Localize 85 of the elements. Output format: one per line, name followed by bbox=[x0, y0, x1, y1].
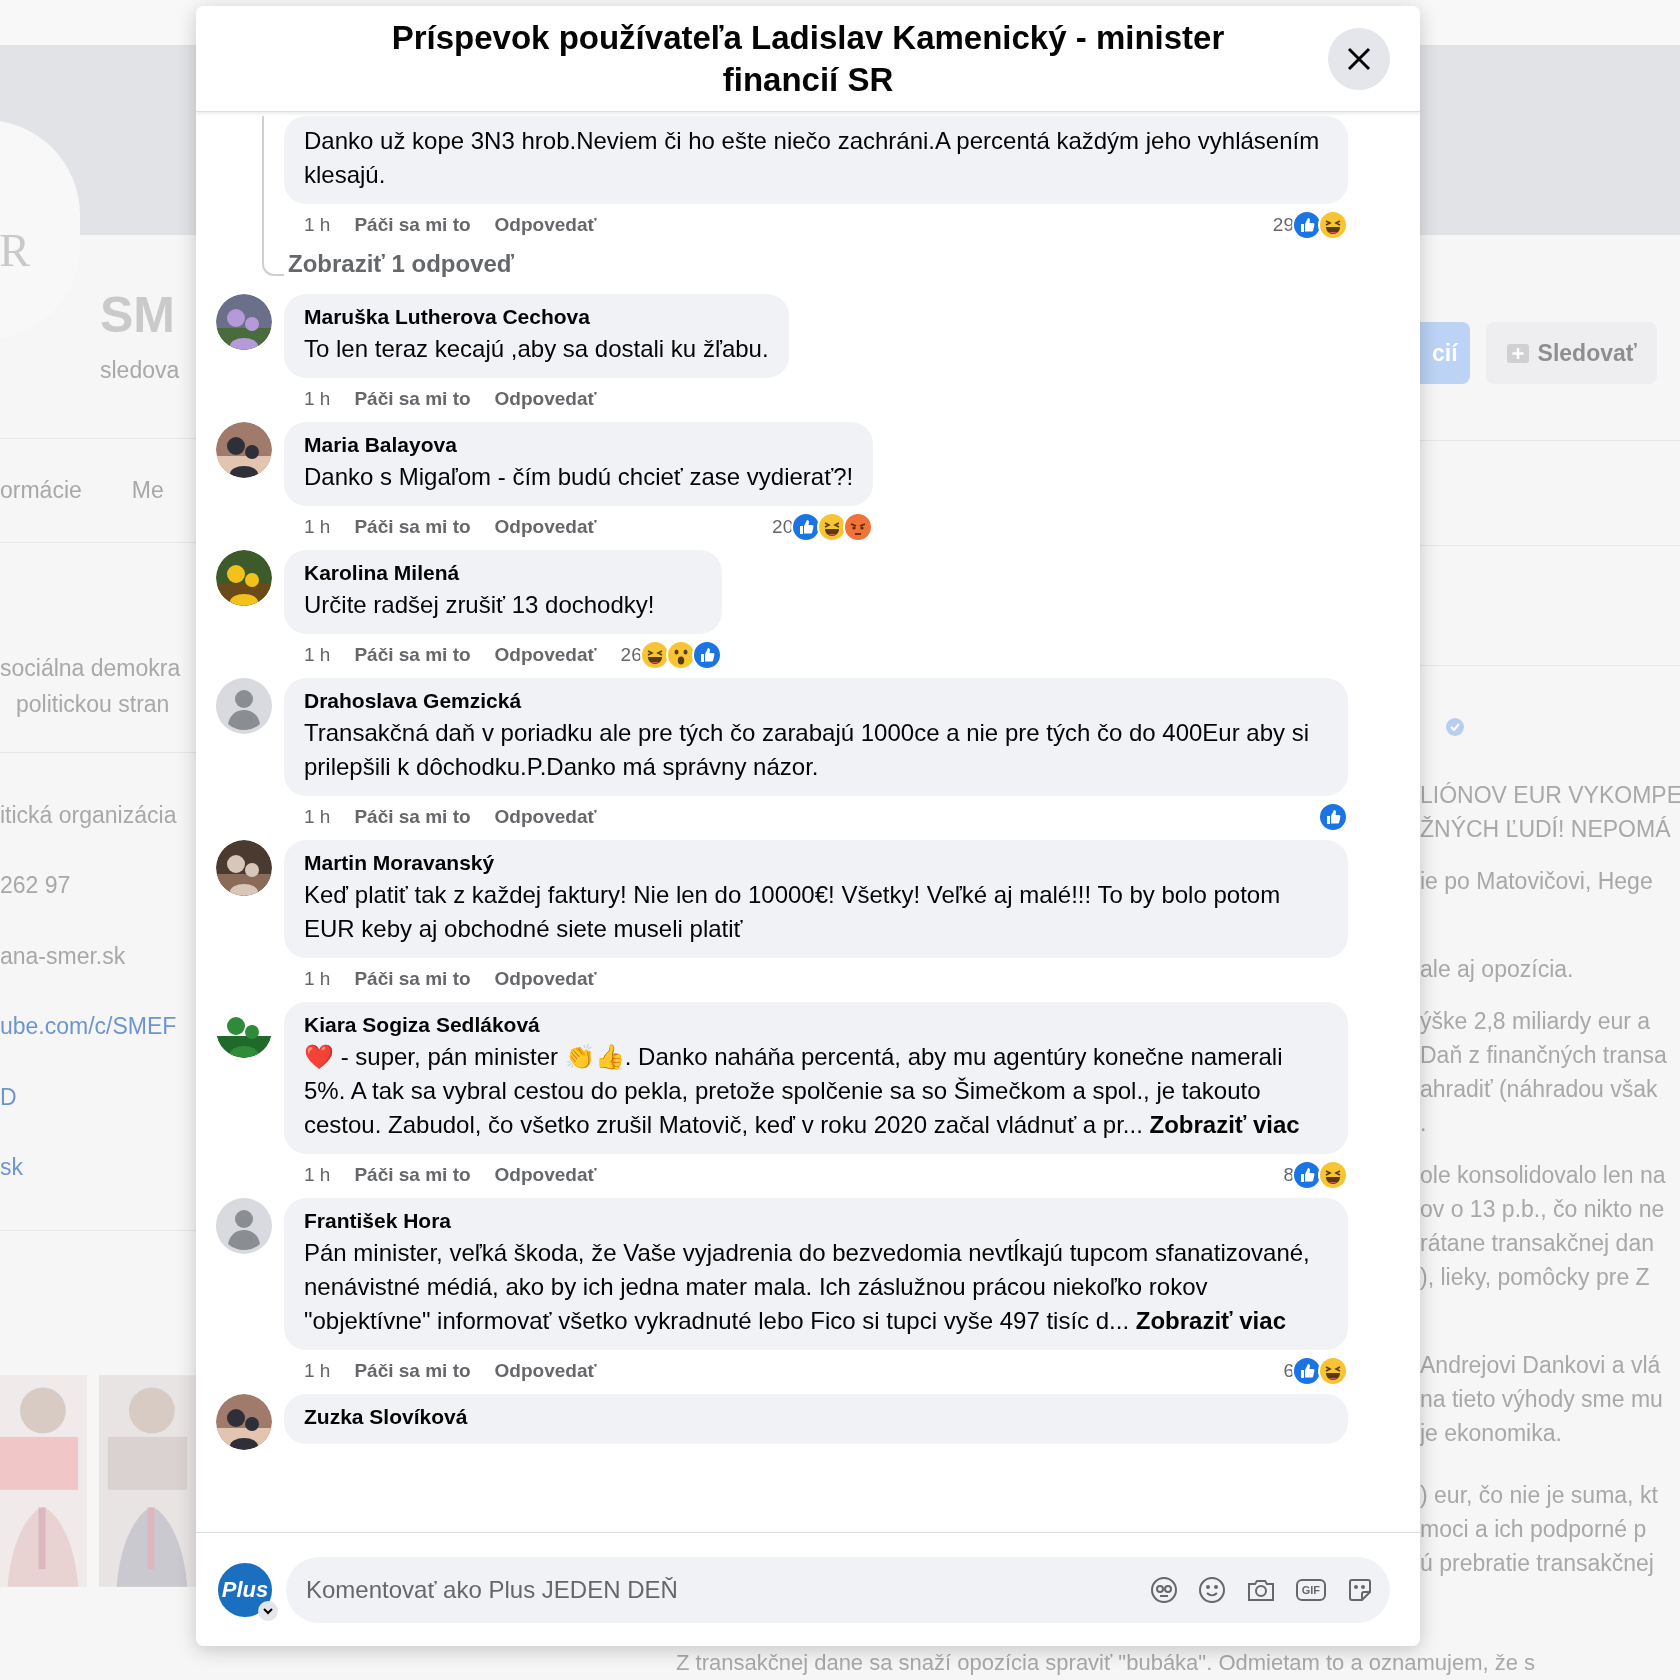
comment-time[interactable]: 1 h bbox=[304, 384, 331, 414]
see-more-link[interactable]: Zobraziť viac bbox=[1149, 1108, 1300, 1142]
reaction-count[interactable]: 8 bbox=[1283, 1160, 1294, 1190]
like-link[interactable]: Páči sa mi to bbox=[354, 512, 471, 542]
comment-author[interactable]: Karolina Milená bbox=[304, 558, 702, 588]
chevron-down-icon[interactable] bbox=[258, 1600, 278, 1621]
comment-text: Keď platiť tak z každej faktury! Nie len do 10000€! Všetky! Veľké aj malé!!! To by bolo potom EUR keby aj obchodné siete museli platiť bbox=[304, 880, 1282, 944]
like-link[interactable]: Páči sa mi to bbox=[354, 210, 471, 240]
reaction-count[interactable]: 20 bbox=[772, 512, 794, 542]
comment-text: To len teraz kecajú ,aby sa dostali ku žľabu. bbox=[304, 334, 769, 364]
reaction-count[interactable]: 6 bbox=[1283, 1356, 1294, 1386]
post-text-line: ) eur, čo nie je suma, kt bbox=[1420, 1481, 1659, 1510]
reply-link[interactable]: Odpovedať bbox=[494, 640, 597, 670]
comment-time[interactable]: 1 h bbox=[304, 802, 331, 832]
default-avatar-icon[interactable] bbox=[216, 678, 272, 734]
intro-line: sociálna demokra bbox=[0, 653, 182, 683]
followers-text: sledova bbox=[100, 356, 181, 385]
intro-line: politickou stran bbox=[15, 689, 171, 719]
reaction-count[interactable]: 26 bbox=[620, 640, 642, 670]
detail-link[interactable]: sk bbox=[0, 1150, 196, 1185]
reply-link[interactable]: Odpovedať bbox=[494, 802, 597, 832]
comment-text: ❤ - super, pán minister 👏👍. Danko naháňa percentá, aby mu agentúry konečne namerali 5%. A tak sa vybral cestou do pekla, pretože spolčenie sa so Šimečkom a spol., je takouto cestou. Zabudol, čo všetko zrušil Matovič, keď v roku 2020 začal vládnuť a pr... Zobraziť viac bbox=[304, 1040, 1328, 1142]
post-text-line: Andrejovi Dankovi a vlá bbox=[1420, 1351, 1662, 1380]
post-text-line: na tieto výhody sme mu bbox=[1420, 1385, 1664, 1414]
verified-icon bbox=[1446, 718, 1464, 736]
comment-text: Pán minister, veľká škoda, že Vaše vyjadrenia do bezvedomia nevtĺkajú tupcom sfanatizované, nenávistné médiá, ako by ich jedna mater mala. Ich záslužnou prácou niekoľko rokov "objektívne" informovať všetko vykradnuté lebo Fico si tupci vyše 497 tisíc d... Zobraziť viac bbox=[304, 1236, 1328, 1338]
comment-input[interactable]: Komentovať ako Plus JEDEN DEŇ GIF bbox=[286, 1556, 1390, 1623]
post-text-line: Z transakčnej dane sa snaží opozícia spraviť "bubáka". Odmietam to a oznamujem, že s bbox=[676, 1650, 1536, 1676]
like-link[interactable]: Páči sa mi to bbox=[354, 1160, 471, 1190]
emoji-icon[interactable] bbox=[1197, 1575, 1226, 1604]
like-link[interactable]: Páči sa mi to bbox=[354, 964, 471, 994]
gif-button[interactable]: GIF bbox=[1295, 1578, 1326, 1601]
reply-link[interactable]: Odpovedať bbox=[494, 964, 597, 994]
comment-text: Určite radšej zrušiť 13 dochodky! bbox=[304, 590, 656, 620]
comment-author[interactable]: Kiara Sogiza Sedláková bbox=[304, 1010, 1328, 1040]
avatar-sticker-icon[interactable] bbox=[1149, 1575, 1178, 1604]
page-avatar[interactable]: Plus bbox=[216, 1560, 274, 1619]
post-text-line: ýške 2,8 miliardy eur a bbox=[1420, 1007, 1652, 1036]
comment-time[interactable]: 1 h bbox=[304, 512, 331, 542]
comment-time[interactable]: 1 h bbox=[304, 964, 331, 994]
close-icon bbox=[1346, 46, 1372, 72]
comment-author[interactable]: Maruška Lutherova Cechova bbox=[304, 302, 769, 332]
comment-text: Danko s Migaľom - čím budú chcieť zase vydierať?! bbox=[304, 462, 854, 492]
comment-time[interactable]: 1 h bbox=[304, 1160, 331, 1190]
comment-author[interactable]: Zuzka Slovíková bbox=[304, 1402, 1328, 1432]
post-text-line: ahradiť (náhradou však bbox=[1420, 1075, 1659, 1104]
post-text-line: Daň z finančných transa bbox=[1420, 1041, 1668, 1070]
plus-icon bbox=[1505, 341, 1530, 365]
post-text-line: ), lieky, pomôcky pre Z bbox=[1420, 1263, 1651, 1292]
detail-text: itická organizácia bbox=[0, 800, 178, 830]
post-text-line: je ekonomika. bbox=[1420, 1419, 1563, 1448]
reply-link[interactable]: Odpovedať bbox=[494, 384, 597, 414]
comment-author[interactable]: Drahoslava Gemzická bbox=[304, 686, 1328, 716]
reply-link[interactable]: Odpovedať bbox=[494, 1160, 597, 1190]
post-text-line: ole konsolidovalo len na bbox=[1420, 1161, 1667, 1190]
post-text-line: ie po Matovičovi, Hege bbox=[1420, 867, 1654, 896]
like-link[interactable]: Páči sa mi to bbox=[354, 1356, 471, 1386]
see-more-link[interactable]: Zobraziť viac bbox=[1135, 1304, 1286, 1338]
comment-time[interactable]: 1 h bbox=[304, 1356, 331, 1386]
reply-link[interactable]: Odpovedať bbox=[494, 1356, 597, 1386]
reply-link[interactable]: Odpovedať bbox=[494, 512, 597, 542]
like-link[interactable]: Páči sa mi to bbox=[354, 802, 471, 832]
default-avatar-icon[interactable] bbox=[216, 1198, 272, 1254]
view-replies-link[interactable]: Zobraziť 1 odpoveď bbox=[288, 246, 515, 282]
post-text-line: moci a ich podporné p bbox=[1420, 1515, 1648, 1544]
dialog-title: Príspevok používateľa Ladislav Kamenický - minister financií SR bbox=[390, 17, 1226, 100]
post-text-line: ov o 13 p.b., čo nikto ne bbox=[1420, 1195, 1666, 1224]
post-text-line: ale aj opozícia. bbox=[1420, 955, 1575, 984]
comment-time[interactable]: 1 h bbox=[304, 210, 331, 240]
post-text-line: rátane transakčnej dan bbox=[1420, 1229, 1655, 1258]
reply-link[interactable]: Odpovedať bbox=[494, 210, 597, 240]
comment-text: Transakčná daň v poriadku ale pre tých čo zarabajú 1000ce a nie pre tých čo do 400Eur aby si prilepšili k dôchodku.P.Danko má správny názor. bbox=[304, 718, 1311, 782]
post-text-line: ú prebratie transakčnej bbox=[1420, 1549, 1655, 1578]
comment-time[interactable]: 1 h bbox=[304, 640, 331, 670]
comment-author[interactable]: František Hora bbox=[304, 1206, 1328, 1236]
comment-author[interactable]: Martin Moravanský bbox=[304, 848, 1328, 878]
detail-text: ana-smer.sk bbox=[0, 941, 127, 971]
like-link[interactable]: Páči sa mi to bbox=[354, 384, 471, 414]
like-link[interactable]: Páči sa mi to bbox=[354, 640, 471, 670]
comment-text: Danko už kope 3N3 hrob.Neviem či ho ešte niečo zachráni.A percentá každým jeho vyhlásením klesajú. bbox=[304, 126, 1321, 190]
reaction-count[interactable]: 29 bbox=[1272, 210, 1294, 240]
post-text-line: . bbox=[1420, 1109, 1428, 1138]
comment-author[interactable]: Maria Balayova bbox=[304, 430, 854, 460]
post-text-line: ŽNÝCH ĽUDÍ! NEPOMÁ bbox=[1420, 815, 1672, 844]
detail-text: 262 97 bbox=[0, 871, 72, 900]
